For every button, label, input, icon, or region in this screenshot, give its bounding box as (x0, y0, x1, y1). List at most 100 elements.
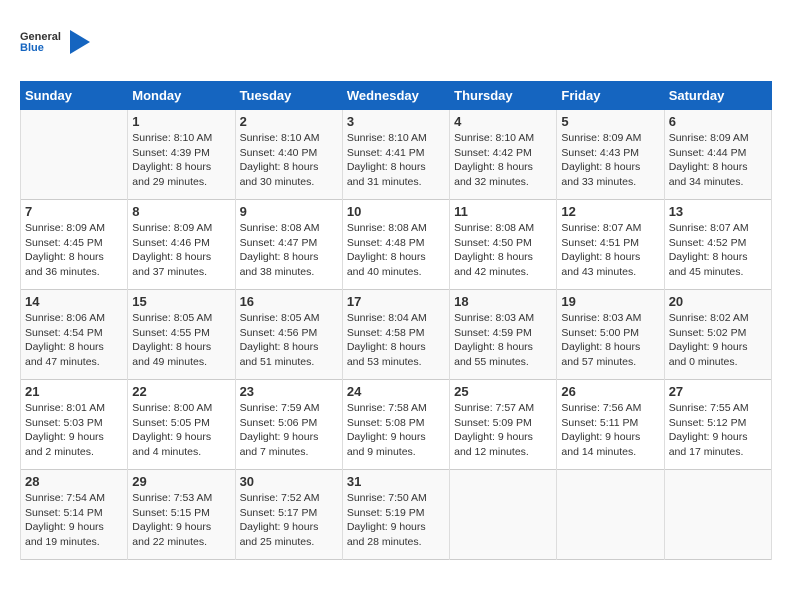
cell-info: Sunrise: 8:04 AMSunset: 4:58 PMDaylight:… (347, 311, 445, 370)
logo-svg: General Blue (20, 20, 70, 65)
day-number: 9 (240, 204, 338, 219)
calendar-cell (21, 110, 128, 200)
svg-text:Blue: Blue (20, 42, 44, 54)
calendar-cell (664, 470, 771, 560)
day-number: 1 (132, 114, 230, 129)
cell-info: Sunrise: 7:52 AMSunset: 5:17 PMDaylight:… (240, 491, 338, 550)
day-number: 19 (561, 294, 659, 309)
calendar-cell: 28 Sunrise: 7:54 AMSunset: 5:14 PMDayligh… (21, 470, 128, 560)
calendar-cell: 9 Sunrise: 8:08 AMSunset: 4:47 PMDaylight… (235, 200, 342, 290)
cell-info: Sunrise: 8:09 AMSunset: 4:46 PMDaylight:… (132, 221, 230, 280)
header-day-sunday: Sunday (21, 82, 128, 110)
cell-info: Sunrise: 8:05 AMSunset: 4:55 PMDaylight:… (132, 311, 230, 370)
cell-info: Sunrise: 8:05 AMSunset: 4:56 PMDaylight:… (240, 311, 338, 370)
calendar-cell: 22Sunrise: 8:00 AMSunset: 5:05 PMDayligh… (128, 380, 235, 470)
cell-info: Sunrise: 7:57 AMSunset: 5:09 PMDaylight:… (454, 401, 552, 460)
calendar-cell: 24Sunrise: 7:58 AMSunset: 5:08 PMDayligh… (342, 380, 449, 470)
cell-info: Sunrise: 8:03 AMSunset: 4:59 PMDaylight:… (454, 311, 552, 370)
header-day-tuesday: Tuesday (235, 82, 342, 110)
day-number: 17 (347, 294, 445, 309)
calendar-week-row: 28 Sunrise: 7:54 AMSunset: 5:14 PMDayligh… (21, 470, 772, 560)
calendar-cell: 2 Sunrise: 8:10 AMSunset: 4:40 PMDaylight… (235, 110, 342, 200)
cell-info: Sunrise: 8:01 AMSunset: 5:03 PMDaylight:… (25, 401, 123, 460)
day-number: 12 (561, 204, 659, 219)
day-number: 13 (669, 204, 767, 219)
cell-info: Sunrise: 8:07 AMSunset: 4:51 PMDaylight:… (561, 221, 659, 280)
cell-info: Sunrise: 8:10 AMSunset: 4:41 PMDaylight:… (347, 131, 445, 190)
header-day-thursday: Thursday (450, 82, 557, 110)
day-number: 5 (561, 114, 659, 129)
header-day-saturday: Saturday (664, 82, 771, 110)
cell-info: Sunrise: 7:53 AMSunset: 5:15 PMDaylight:… (132, 491, 230, 550)
cell-info: Sunrise: 7:58 AMSunset: 5:08 PMDaylight:… (347, 401, 445, 460)
logo-arrow (70, 20, 90, 65)
day-number: 27 (669, 384, 767, 399)
cell-info: Sunrise: 8:08 AMSunset: 4:50 PMDaylight:… (454, 221, 552, 280)
calendar-cell: 30 Sunrise: 7:52 AMSunset: 5:17 PMDayligh… (235, 470, 342, 560)
calendar-cell: 12 Sunrise: 8:07 AMSunset: 4:51 PMDayligh… (557, 200, 664, 290)
header-day-friday: Friday (557, 82, 664, 110)
cell-info: Sunrise: 8:10 AMSunset: 4:39 PMDaylight:… (132, 131, 230, 190)
page-header: General Blue (20, 20, 772, 65)
svg-text:General: General (20, 31, 61, 43)
calendar-header-row: SundayMondayTuesdayWednesdayThursdayFrid… (21, 82, 772, 110)
day-number: 7 (25, 204, 123, 219)
day-number: 10 (347, 204, 445, 219)
cell-info: Sunrise: 8:02 AMSunset: 5:02 PMDaylight:… (669, 311, 767, 370)
calendar-cell: 19 Sunrise: 8:03 AMSunset: 5:00 PMDayligh… (557, 290, 664, 380)
day-number: 29 (132, 474, 230, 489)
day-number: 23 (240, 384, 338, 399)
day-number: 25 (454, 384, 552, 399)
cell-info: Sunrise: 8:08 AMSunset: 4:47 PMDaylight:… (240, 221, 338, 280)
calendar-table: SundayMondayTuesdayWednesdayThursdayFrid… (20, 81, 772, 560)
day-number: 4 (454, 114, 552, 129)
day-number: 2 (240, 114, 338, 129)
calendar-week-row: 7 Sunrise: 8:09 AMSunset: 4:45 PMDaylight… (21, 200, 772, 290)
header-day-wednesday: Wednesday (342, 82, 449, 110)
cell-info: Sunrise: 8:09 AMSunset: 4:44 PMDaylight:… (669, 131, 767, 190)
calendar-week-row: 14Sunrise: 8:06 AMSunset: 4:54 PMDayligh… (21, 290, 772, 380)
calendar-cell: 15 Sunrise: 8:05 AMSunset: 4:55 PMDayligh… (128, 290, 235, 380)
calendar-cell: 16 Sunrise: 8:05 AMSunset: 4:56 PMDayligh… (235, 290, 342, 380)
calendar-cell: 13Sunrise: 8:07 AMSunset: 4:52 PMDayligh… (664, 200, 771, 290)
calendar-cell: 8Sunrise: 8:09 AMSunset: 4:46 PMDaylight… (128, 200, 235, 290)
day-number: 6 (669, 114, 767, 129)
calendar-week-row: 21Sunrise: 8:01 AMSunset: 5:03 PMDayligh… (21, 380, 772, 470)
calendar-cell: 14Sunrise: 8:06 AMSunset: 4:54 PMDayligh… (21, 290, 128, 380)
calendar-cell (450, 470, 557, 560)
cell-info: Sunrise: 7:56 AMSunset: 5:11 PMDaylight:… (561, 401, 659, 460)
day-number: 11 (454, 204, 552, 219)
cell-info: Sunrise: 8:09 AMSunset: 4:45 PMDaylight:… (25, 221, 123, 280)
calendar-cell: 18 Sunrise: 8:03 AMSunset: 4:59 PMDayligh… (450, 290, 557, 380)
day-number: 15 (132, 294, 230, 309)
calendar-cell: 23 Sunrise: 7:59 AMSunset: 5:06 PMDayligh… (235, 380, 342, 470)
calendar-cell: 26 Sunrise: 7:56 AMSunset: 5:11 PMDayligh… (557, 380, 664, 470)
calendar-cell: 10 Sunrise: 8:08 AMSunset: 4:48 PMDayligh… (342, 200, 449, 290)
calendar-cell: 21Sunrise: 8:01 AMSunset: 5:03 PMDayligh… (21, 380, 128, 470)
cell-info: Sunrise: 8:03 AMSunset: 5:00 PMDaylight:… (561, 311, 659, 370)
calendar-cell: 11 Sunrise: 8:08 AMSunset: 4:50 PMDayligh… (450, 200, 557, 290)
calendar-cell: 31 Sunrise: 7:50 AMSunset: 5:19 PMDayligh… (342, 470, 449, 560)
day-number: 30 (240, 474, 338, 489)
calendar-cell: 20Sunrise: 8:02 AMSunset: 5:02 PMDayligh… (664, 290, 771, 380)
cell-info: Sunrise: 7:50 AMSunset: 5:19 PMDaylight:… (347, 491, 445, 550)
calendar-cell: 1 Sunrise: 8:10 AMSunset: 4:39 PMDaylight… (128, 110, 235, 200)
day-number: 26 (561, 384, 659, 399)
day-number: 28 (25, 474, 123, 489)
day-number: 3 (347, 114, 445, 129)
cell-info: Sunrise: 7:59 AMSunset: 5:06 PMDaylight:… (240, 401, 338, 460)
cell-info: Sunrise: 7:54 AMSunset: 5:14 PMDaylight:… (25, 491, 123, 550)
cell-info: Sunrise: 8:10 AMSunset: 4:40 PMDaylight:… (240, 131, 338, 190)
day-number: 31 (347, 474, 445, 489)
cell-info: Sunrise: 8:08 AMSunset: 4:48 PMDaylight:… (347, 221, 445, 280)
day-number: 16 (240, 294, 338, 309)
calendar-cell: 6 Sunrise: 8:09 AMSunset: 4:44 PMDaylight… (664, 110, 771, 200)
logo: General Blue (20, 20, 90, 65)
day-number: 22 (132, 384, 230, 399)
calendar-cell: 27Sunrise: 7:55 AMSunset: 5:12 PMDayligh… (664, 380, 771, 470)
day-number: 18 (454, 294, 552, 309)
cell-info: Sunrise: 8:09 AMSunset: 4:43 PMDaylight:… (561, 131, 659, 190)
day-number: 14 (25, 294, 123, 309)
calendar-cell (557, 470, 664, 560)
cell-info: Sunrise: 8:10 AMSunset: 4:42 PMDaylight:… (454, 131, 552, 190)
